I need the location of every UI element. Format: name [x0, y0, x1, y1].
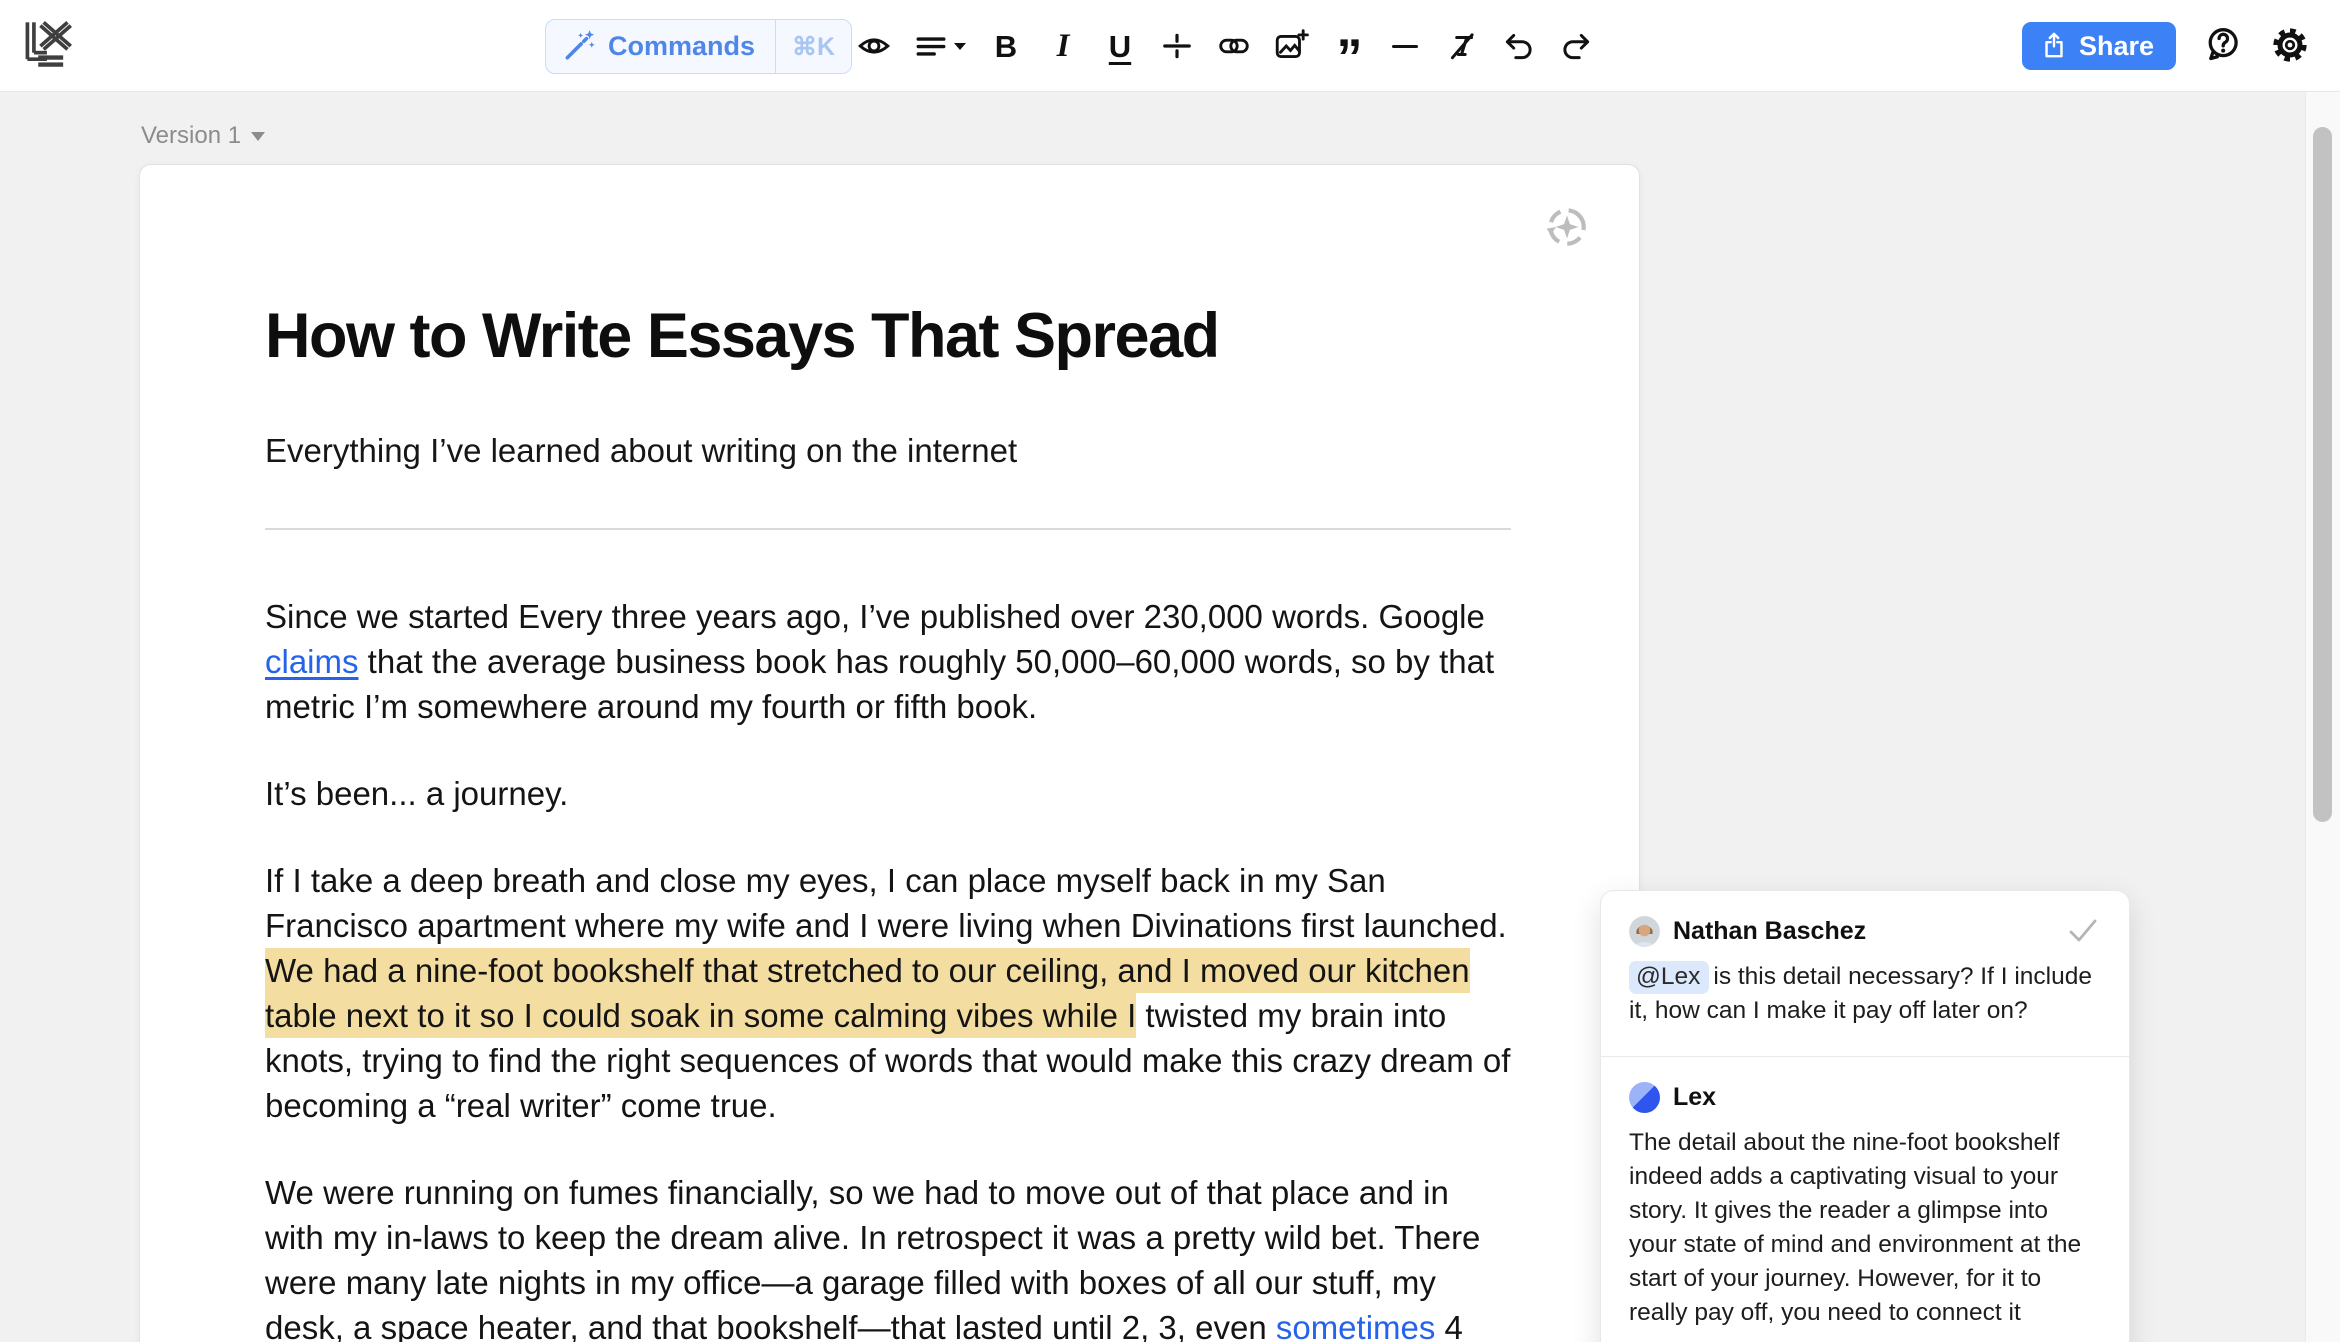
italic-button[interactable]: I — [1041, 24, 1085, 68]
scrollbar-thumb[interactable] — [2313, 127, 2332, 822]
align-left-icon — [914, 29, 948, 63]
text-run: It’s been... a journey. — [265, 775, 568, 812]
avatar-nathan — [1629, 916, 1660, 947]
inline-link[interactable]: claims — [265, 643, 359, 680]
text-align-button[interactable] — [909, 24, 971, 68]
comment-text: The detail about the nine-foot bookshelf… — [1629, 1126, 2101, 1330]
strikethrough-button[interactable] — [1155, 24, 1199, 68]
resolve-check-icon[interactable] — [2065, 917, 2101, 947]
bold-button[interactable]: B — [984, 24, 1028, 68]
undo-icon — [1501, 28, 1537, 64]
horizontal-rule-icon — [1392, 45, 1418, 48]
underline-glyph: U — [1109, 31, 1131, 62]
help-head-question-icon — [2202, 25, 2242, 68]
comment-nathan: Nathan Baschez @Lexis this detail necess… — [1601, 891, 2129, 1056]
avatar-lex-ai — [1629, 1082, 1660, 1113]
settings-button[interactable] — [2268, 24, 2312, 68]
comment-text-body: The detail about the nine-foot bookshelf… — [1629, 1129, 2081, 1326]
chevron-down-icon — [251, 132, 265, 141]
gear-icon — [2270, 25, 2310, 68]
comment-lex: Lex The detail about the nine-foot books… — [1601, 1057, 2129, 1342]
paragraph[interactable]: We were running on fumes financially, so… — [265, 1170, 1511, 1342]
bold-glyph: B — [995, 31, 1017, 62]
link-button[interactable] — [1212, 24, 1256, 68]
section-divider — [265, 528, 1511, 530]
scrollbar[interactable] — [2305, 92, 2340, 1342]
comment-author: Nathan Baschez — [1673, 917, 1866, 946]
document-subtitle[interactable]: Everything I’ve learned about writing on… — [265, 430, 1511, 472]
blockquote-button[interactable]: ” — [1326, 24, 1370, 68]
lex-logo-icon — [22, 18, 74, 70]
text-run: If I take a deep breath and close my eye… — [265, 862, 1507, 944]
document-title[interactable]: How to Write Essays That Spread — [265, 300, 1511, 372]
quote-icon: ” — [1337, 53, 1360, 63]
clear-formatting-button[interactable] — [1440, 24, 1484, 68]
text-run: Since we started Every three years ago, … — [265, 598, 1485, 635]
share-label: Share — [2079, 31, 2154, 62]
redo-icon — [1558, 28, 1594, 64]
italic-glyph: I — [1057, 30, 1070, 63]
comment-author: Lex — [1673, 1083, 1716, 1112]
insert-image-button[interactable] — [1269, 24, 1313, 68]
lex-logo[interactable] — [22, 18, 74, 70]
preview-button[interactable] — [852, 24, 896, 68]
commands-button[interactable]: Commands ⌘K — [545, 19, 852, 74]
redo-button[interactable] — [1554, 24, 1598, 68]
image-plus-icon — [1273, 28, 1309, 64]
paragraph[interactable]: Since we started Every three years ago, … — [265, 594, 1511, 729]
inline-link[interactable]: sometimes — [1276, 1309, 1436, 1342]
paragraph[interactable]: It’s been... a journey. — [265, 771, 1511, 816]
chevron-down-icon — [953, 41, 967, 51]
link-icon — [1215, 29, 1253, 63]
formatting-toolbar: B I U — [852, 24, 1598, 68]
strikethrough-icon — [1159, 29, 1195, 63]
horizontal-rule-button[interactable] — [1383, 24, 1427, 68]
paragraph[interactable]: If I take a deep breath and close my eye… — [265, 858, 1511, 1128]
share-button[interactable]: Share — [2022, 22, 2176, 70]
commands-shortcut: ⌘K — [775, 20, 851, 73]
document-card: How to Write Essays That Spread Everythi… — [139, 164, 1640, 1342]
version-label: Version 1 — [141, 122, 241, 150]
text-run: that the average business book has rough… — [265, 643, 1494, 725]
version-selector[interactable]: Version 1 — [141, 122, 265, 150]
top-toolbar: Commands ⌘K — [0, 0, 2340, 92]
ai-sparkle-refresh-icon[interactable] — [1543, 203, 1591, 251]
undo-button[interactable] — [1497, 24, 1541, 68]
help-button[interactable] — [2200, 24, 2244, 68]
comment-text: @Lexis this detail necessary? If I inclu… — [1629, 960, 2101, 1028]
magic-wand-icon — [562, 28, 596, 65]
document-body[interactable]: Since we started Every three years ago, … — [265, 594, 1511, 1342]
mention-chip[interactable]: @Lex — [1629, 961, 1709, 994]
share-icon — [2040, 30, 2068, 63]
commands-label: Commands — [608, 31, 755, 62]
comment-thread-panel: Nathan Baschez @Lexis this detail necess… — [1600, 890, 2130, 1342]
clear-formatting-icon — [1444, 29, 1480, 63]
underline-button[interactable]: U — [1098, 24, 1142, 68]
eye-icon — [855, 29, 893, 63]
